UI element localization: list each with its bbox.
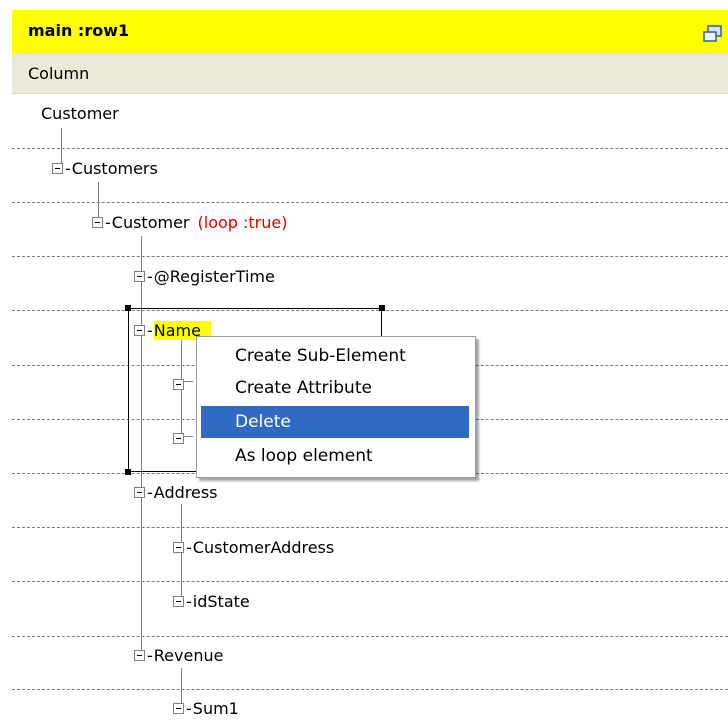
tree-node-label: idState — [192, 591, 250, 611]
loop-indicator: (loop :true) — [197, 212, 288, 232]
tree-node-label: @RegisterTime — [153, 266, 275, 286]
tree-node-sum1[interactable]: - Sum1 — [173, 696, 239, 720]
tree-node-label: Sum1 — [192, 698, 239, 718]
tree-node-revenue[interactable]: - Revenue — [134, 643, 223, 667]
context-menu: Create Sub-Element Create Attribute Dele… — [196, 336, 476, 478]
tree-node-label: Revenue — [153, 645, 224, 665]
tree-node-customeraddress[interactable]: - CustomerAddress — [173, 535, 334, 559]
collapse-icon[interactable] — [134, 270, 145, 282]
collapse-icon[interactable] — [52, 162, 63, 174]
collapse-icon[interactable] — [173, 702, 184, 714]
row-separator — [12, 256, 728, 257]
collapse-icon[interactable] — [134, 649, 145, 661]
tree-node-idstate[interactable]: - idState — [173, 589, 250, 613]
tree-node-label: Address — [153, 482, 218, 502]
menu-item-as-loop-element[interactable]: As loop element — [201, 440, 469, 472]
row-separator — [12, 148, 728, 149]
tree-node-label: CustomerAddress — [192, 537, 335, 557]
resize-handle[interactable] — [379, 305, 385, 311]
menu-item-delete[interactable]: Delete — [201, 406, 469, 438]
resize-handle[interactable] — [125, 305, 131, 311]
tree-node-customers[interactable]: - Customers — [52, 156, 158, 180]
collapse-icon[interactable] — [173, 595, 184, 607]
tree-node-customer[interactable]: - Customer (loop :true) — [92, 210, 287, 234]
tree-node-label: Customers — [71, 158, 158, 178]
tree-root-label: Customer — [41, 103, 119, 123]
tree-node-address[interactable]: - Address — [134, 480, 218, 504]
collapse-icon[interactable] — [92, 216, 103, 228]
row-separator — [12, 202, 728, 203]
row-separator — [12, 689, 728, 690]
collapse-icon[interactable] — [173, 541, 184, 553]
tree-node-registertime[interactable]: - @RegisterTime — [134, 264, 275, 288]
collapse-icon[interactable] — [134, 486, 145, 498]
row-separator — [12, 527, 728, 528]
tree-root[interactable]: Customer — [41, 101, 119, 125]
menu-item-create-attribute[interactable]: Create Attribute — [201, 372, 469, 404]
menu-item-create-sub-element[interactable]: Create Sub-Element — [201, 340, 469, 372]
resize-handle[interactable] — [125, 469, 131, 475]
tree-node-label: Customer — [111, 212, 190, 232]
row-separator — [12, 581, 728, 582]
row-separator — [12, 636, 728, 637]
